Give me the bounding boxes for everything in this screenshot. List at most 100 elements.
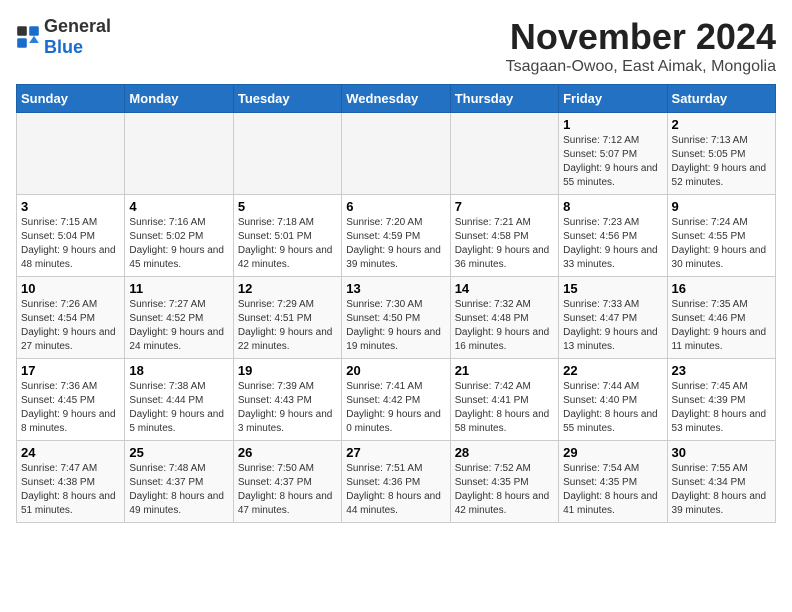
day-number: 24 (21, 445, 120, 460)
day-number: 21 (455, 363, 554, 378)
calendar-cell: 27Sunrise: 7:51 AM Sunset: 4:36 PM Dayli… (342, 441, 450, 523)
day-info: Sunrise: 7:21 AM Sunset: 4:58 PM Dayligh… (455, 216, 554, 272)
day-number: 10 (21, 281, 120, 296)
calendar-cell (450, 113, 558, 195)
calendar-cell: 11 Sunrise: 7:27 AM Sunset: 4:52 PM Dayli… (125, 277, 233, 359)
day-number: 28 (455, 445, 554, 460)
day-info: Sunrise: 7:45 AM Sunset: 4:39 PM Dayligh… (672, 380, 771, 436)
calendar-cell (17, 113, 125, 195)
day-header-tuesday: Tuesday (233, 85, 341, 113)
day-number: 3 (21, 199, 120, 214)
calendar-cell: 18 Sunrise: 7:38 AM Sunset: 4:44 PM Dayli… (125, 359, 233, 441)
calendar-cell (125, 113, 233, 195)
calendar-cell: 22 Sunrise: 7:44 AM Sunset: 4:40 PM Dayli… (559, 359, 667, 441)
day-number: 12 (238, 281, 337, 296)
calendar-cell: 5 Sunrise: 7:18 AM Sunset: 5:01 PM Daylig… (233, 195, 341, 277)
logo-icon (16, 25, 40, 49)
day-number: 17 (21, 363, 120, 378)
calendar-cell: 17 Sunrise: 7:36 AM Sunset: 4:45 PM Dayli… (17, 359, 125, 441)
day-header-monday: Monday (125, 85, 233, 113)
day-info: Sunrise: 7:26 AM Sunset: 4:54 PM Dayligh… (21, 298, 120, 354)
calendar-cell: 6 Sunrise: 7:20 AM Sunset: 4:59 PM Daylig… (342, 195, 450, 277)
day-number: 1 (563, 117, 662, 132)
calendar-cell (342, 113, 450, 195)
calendar-cell: 8Sunrise: 7:23 AM Sunset: 4:56 PM Daylig… (559, 195, 667, 277)
day-header-friday: Friday (559, 85, 667, 113)
calendar-cell: 12 Sunrise: 7:29 AM Sunset: 4:51 PM Dayli… (233, 277, 341, 359)
day-info: Sunrise: 7:54 AM Sunset: 4:35 PM Dayligh… (563, 462, 662, 518)
day-number: 11 (129, 281, 228, 296)
calendar-cell (233, 113, 341, 195)
day-info: Sunrise: 7:55 AM Sunset: 4:34 PM Dayligh… (672, 462, 771, 518)
day-number: 16 (672, 281, 771, 296)
day-info: Sunrise: 7:27 AM Sunset: 4:52 PM Dayligh… (129, 298, 228, 354)
day-info: Sunrise: 7:44 AM Sunset: 4:40 PM Dayligh… (563, 380, 662, 436)
day-number: 23 (672, 363, 771, 378)
day-header-sunday: Sunday (17, 85, 125, 113)
day-number: 6 (346, 199, 445, 214)
day-info: Sunrise: 7:16 AM Sunset: 5:02 PM Dayligh… (129, 216, 228, 272)
calendar-cell: 13 Sunrise: 7:30 AM Sunset: 4:50 PM Dayli… (342, 277, 450, 359)
day-number: 19 (238, 363, 337, 378)
calendar-cell: 1 Sunrise: 7:12 AM Sunset: 5:07 PM Daylig… (559, 113, 667, 195)
day-info: Sunrise: 7:33 AM Sunset: 4:47 PM Dayligh… (563, 298, 662, 354)
calendar-cell: 19Sunrise: 7:39 AM Sunset: 4:43 PM Dayli… (233, 359, 341, 441)
day-number: 27 (346, 445, 445, 460)
day-number: 2 (672, 117, 771, 132)
logo-blue: Blue (44, 37, 83, 57)
day-info: Sunrise: 7:23 AM Sunset: 4:56 PM Dayligh… (563, 216, 662, 272)
logo: General Blue (16, 16, 111, 58)
day-header-thursday: Thursday (450, 85, 558, 113)
day-number: 13 (346, 281, 445, 296)
calendar-cell: 21 Sunrise: 7:42 AM Sunset: 4:41 PM Dayli… (450, 359, 558, 441)
logo-general: General (44, 16, 111, 36)
day-info: Sunrise: 7:38 AM Sunset: 4:44 PM Dayligh… (129, 380, 228, 436)
location-subtitle: Tsagaan-Owoo, East Aimak, Mongolia (506, 58, 776, 76)
day-number: 4 (129, 199, 228, 214)
calendar-cell: 3 Sunrise: 7:15 AM Sunset: 5:04 PM Daylig… (17, 195, 125, 277)
day-number: 29 (563, 445, 662, 460)
day-info: Sunrise: 7:18 AM Sunset: 5:01 PM Dayligh… (238, 216, 337, 272)
day-info: Sunrise: 7:24 AM Sunset: 4:55 PM Dayligh… (672, 216, 771, 272)
calendar-table: SundayMondayTuesdayWednesdayThursdayFrid… (16, 84, 776, 523)
calendar-cell: 29 Sunrise: 7:54 AM Sunset: 4:35 PM Dayli… (559, 441, 667, 523)
calendar-cell: 20 Sunrise: 7:41 AM Sunset: 4:42 PM Dayli… (342, 359, 450, 441)
day-info: Sunrise: 7:20 AM Sunset: 4:59 PM Dayligh… (346, 216, 445, 272)
month-title: November 2024 (506, 16, 776, 58)
day-number: 30 (672, 445, 771, 460)
day-number: 18 (129, 363, 228, 378)
calendar-cell: 10 Sunrise: 7:26 AM Sunset: 4:54 PM Dayli… (17, 277, 125, 359)
calendar-cell: 25 Sunrise: 7:48 AM Sunset: 4:37 PM Dayli… (125, 441, 233, 523)
day-number: 22 (563, 363, 662, 378)
calendar-cell: 15Sunrise: 7:33 AM Sunset: 4:47 PM Dayli… (559, 277, 667, 359)
day-info: Sunrise: 7:32 AM Sunset: 4:48 PM Dayligh… (455, 298, 554, 354)
day-number: 5 (238, 199, 337, 214)
day-info: Sunrise: 7:42 AM Sunset: 4:41 PM Dayligh… (455, 380, 554, 436)
calendar-cell: 26 Sunrise: 7:50 AM Sunset: 4:37 PM Dayli… (233, 441, 341, 523)
day-info: Sunrise: 7:50 AM Sunset: 4:37 PM Dayligh… (238, 462, 337, 518)
day-header-wednesday: Wednesday (342, 85, 450, 113)
day-info: Sunrise: 7:35 AM Sunset: 4:46 PM Dayligh… (672, 298, 771, 354)
calendar-cell: 4 Sunrise: 7:16 AM Sunset: 5:02 PM Daylig… (125, 195, 233, 277)
day-info: Sunrise: 7:13 AM Sunset: 5:05 PM Dayligh… (672, 134, 771, 190)
calendar-cell: 24 Sunrise: 7:47 AM Sunset: 4:38 PM Dayli… (17, 441, 125, 523)
day-number: 14 (455, 281, 554, 296)
day-info: Sunrise: 7:29 AM Sunset: 4:51 PM Dayligh… (238, 298, 337, 354)
day-number: 26 (238, 445, 337, 460)
day-info: Sunrise: 7:15 AM Sunset: 5:04 PM Dayligh… (21, 216, 120, 272)
day-header-saturday: Saturday (667, 85, 775, 113)
day-info: Sunrise: 7:12 AM Sunset: 5:07 PM Dayligh… (563, 134, 662, 190)
day-info: Sunrise: 7:47 AM Sunset: 4:38 PM Dayligh… (21, 462, 120, 518)
day-number: 20 (346, 363, 445, 378)
day-info: Sunrise: 7:30 AM Sunset: 4:50 PM Dayligh… (346, 298, 445, 354)
calendar-cell: 28Sunrise: 7:52 AM Sunset: 4:35 PM Dayli… (450, 441, 558, 523)
day-info: Sunrise: 7:48 AM Sunset: 4:37 PM Dayligh… (129, 462, 228, 518)
day-number: 25 (129, 445, 228, 460)
calendar-cell: 23 Sunrise: 7:45 AM Sunset: 4:39 PM Dayli… (667, 359, 775, 441)
day-info: Sunrise: 7:36 AM Sunset: 4:45 PM Dayligh… (21, 380, 120, 436)
day-info: Sunrise: 7:41 AM Sunset: 4:42 PM Dayligh… (346, 380, 445, 436)
calendar-cell: 30 Sunrise: 7:55 AM Sunset: 4:34 PM Dayli… (667, 441, 775, 523)
calendar-cell: 9 Sunrise: 7:24 AM Sunset: 4:55 PM Daylig… (667, 195, 775, 277)
day-number: 7 (455, 199, 554, 214)
day-number: 9 (672, 199, 771, 214)
